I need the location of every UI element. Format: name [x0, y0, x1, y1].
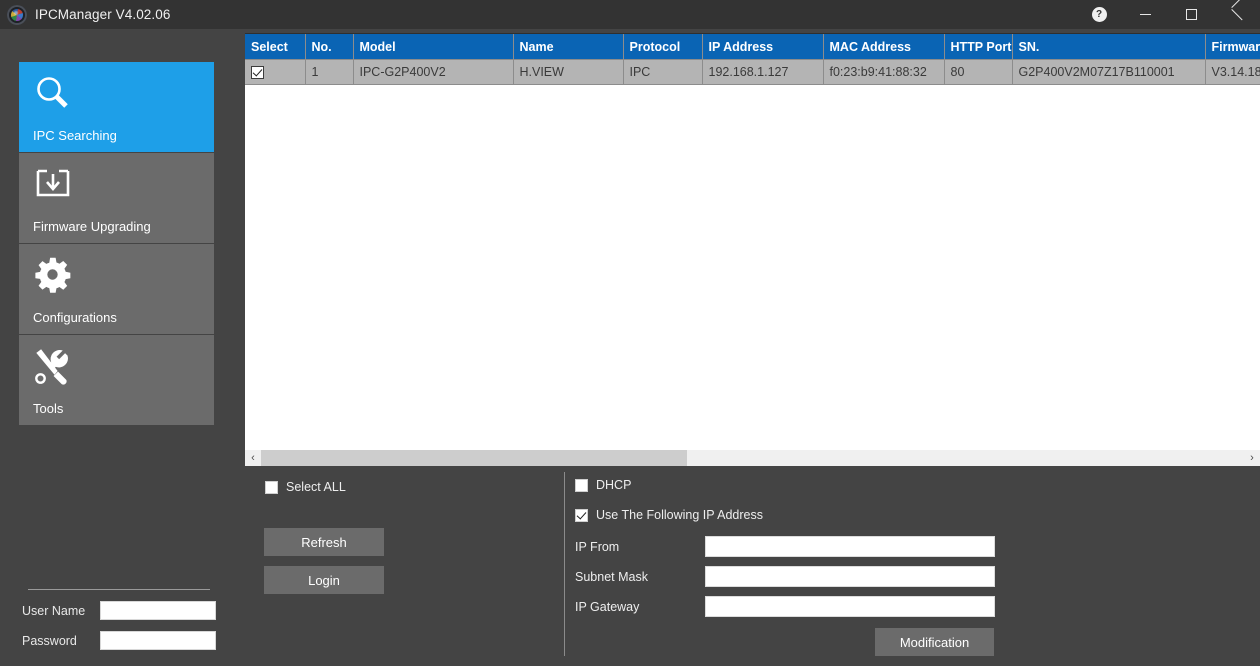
sidebar-item-ipc-searching[interactable]: IPC Searching — [19, 62, 214, 152]
password-input[interactable] — [100, 631, 216, 650]
sidebar-item-label: Configurations — [33, 310, 117, 325]
column-header-firmware[interactable]: Firmware — [1205, 34, 1260, 60]
sidebar-item-tools[interactable]: Tools — [19, 335, 214, 425]
static-ip-row[interactable]: Use The Following IP Address — [575, 508, 763, 522]
ipcmanager-window: IPCManager V4.02.06 ? IPC Searching Firm… — [0, 0, 1260, 666]
title-bar: IPCManager V4.02.06 ? — [0, 0, 1260, 29]
cell-ip_address: 192.168.1.127 — [702, 59, 824, 85]
dhcp-checkbox[interactable] — [575, 478, 588, 492]
use-following-ip-label: Use The Following IP Address — [596, 508, 763, 522]
cell-firmware: V3.14.18 — [1205, 59, 1260, 85]
minimize-button[interactable] — [1122, 0, 1168, 29]
window-title: IPCManager V4.02.06 — [35, 7, 171, 22]
column-header-sn[interactable]: SN. — [1012, 34, 1206, 60]
dhcp-row[interactable]: DHCP — [575, 478, 631, 492]
bottom-panel: Select ALL Refresh Login DHCP Use The Fo… — [245, 466, 1260, 666]
select-all-label: Select ALL — [286, 480, 346, 494]
sidebar: IPC Searching Firmware Upgrading Configu… — [0, 29, 237, 666]
cell-mac_address: f0:23:b9:41:88:32 — [823, 59, 945, 85]
subnet-mask-input[interactable] — [705, 566, 995, 587]
sidebar-item-label: Firmware Upgrading — [33, 219, 151, 234]
table-header-row: Select No. Model Name Protocol IP Address MAC … — [245, 34, 1260, 60]
device-table: Select No. Model Name Protocol IP Address MAC … — [245, 34, 1260, 85]
dhcp-label: DHCP — [596, 478, 632, 492]
column-header-select[interactable]: Select — [245, 34, 306, 60]
close-icon — [1231, 8, 1244, 21]
cell-http_port: 80 — [944, 59, 1013, 85]
cell-name: H.VIEW — [513, 59, 624, 85]
subnet-mask-row: Subnet Mask — [575, 566, 995, 587]
ip-from-row: IP From — [575, 536, 995, 557]
password-label: Password — [22, 633, 77, 648]
ip-from-input[interactable] — [705, 536, 995, 557]
password-row: Password — [22, 631, 216, 650]
cell-no: 1 — [305, 59, 354, 85]
window-controls: ? — [1076, 0, 1260, 29]
sidebar-item-label: IPC Searching — [33, 128, 117, 143]
cell-sn: G2P400V2M07Z17B110001 — [1012, 59, 1206, 85]
sidebar-divider — [28, 589, 210, 590]
sidebar-item-label: Tools — [33, 401, 64, 416]
maximize-icon — [1185, 9, 1197, 20]
row-select-cell — [245, 59, 306, 85]
cell-protocol: IPC — [623, 59, 703, 85]
ip-gateway-input[interactable] — [705, 596, 995, 617]
column-header-mac_address[interactable]: MAC Address — [823, 34, 945, 60]
scroll-left-arrow-icon[interactable]: ‹ — [245, 450, 261, 466]
ip-from-label: IP From — [575, 539, 620, 554]
close-button[interactable] — [1214, 0, 1260, 29]
column-header-name[interactable]: Name — [513, 34, 624, 60]
refresh-button[interactable]: Refresh — [264, 528, 384, 556]
cell-model: IPC-G2P400V2 — [353, 59, 514, 85]
column-header-ip_address[interactable]: IP Address — [702, 34, 824, 60]
use-following-ip-checkbox[interactable] — [575, 508, 588, 522]
username-input[interactable] — [100, 601, 216, 620]
minimize-icon — [1139, 14, 1151, 15]
username-label: User Name — [22, 603, 86, 618]
select-all-row[interactable]: Select ALL — [265, 480, 346, 494]
sidebar-item-firmware-upgrading[interactable]: Firmware Upgrading — [19, 153, 214, 243]
question-mark-icon: ? — [1091, 7, 1107, 22]
subnet-mask-label: Subnet Mask — [575, 569, 648, 584]
login-button[interactable]: Login — [264, 566, 384, 594]
table-horizontal-scrollbar[interactable]: ‹ › — [245, 450, 1260, 466]
scrollbar-track[interactable] — [261, 450, 1244, 466]
wrench-screwdriver-icon — [33, 347, 73, 387]
help-button[interactable]: ? — [1076, 0, 1122, 29]
device-table-container: Select No. Model Name Protocol IP Address MAC … — [245, 33, 1260, 466]
table-row[interactable]: 1 IPC-G2P400V2 H.VIEW IPC 192.168.1.127 f0:23… — [245, 59, 1260, 85]
username-row: User Name — [22, 601, 216, 620]
column-header-model[interactable]: Model — [353, 34, 514, 60]
column-header-no[interactable]: No. — [305, 34, 354, 60]
select-all-checkbox[interactable] — [265, 480, 278, 494]
maximize-button[interactable] — [1168, 0, 1214, 29]
gear-icon — [33, 256, 73, 296]
download-box-icon — [33, 165, 73, 205]
scroll-right-arrow-icon[interactable]: › — [1244, 450, 1260, 466]
row-select-checkbox[interactable] — [251, 66, 264, 80]
ip-gateway-row: IP Gateway — [575, 596, 995, 617]
camera-lens-icon — [7, 4, 27, 25]
modification-button[interactable]: Modification — [875, 628, 994, 656]
ip-gateway-label: IP Gateway — [575, 599, 640, 614]
sidebar-item-configurations[interactable]: Configurations — [19, 244, 214, 334]
scrollbar-thumb[interactable] — [261, 450, 687, 466]
panel-divider — [564, 472, 565, 656]
column-header-http_port[interactable]: HTTP Port — [944, 34, 1013, 60]
magnifier-icon — [33, 74, 73, 114]
column-header-protocol[interactable]: Protocol — [623, 34, 703, 60]
